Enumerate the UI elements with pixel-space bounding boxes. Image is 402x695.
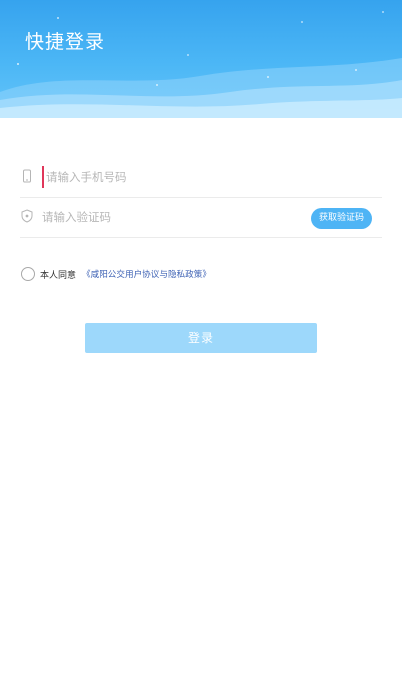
privacy-policy-link[interactable]: 《咸阳公交用户协议与隐私政策》	[82, 268, 211, 280]
header-banner: 快捷登录	[0, 0, 402, 118]
phone-field-row	[20, 157, 382, 198]
phone-input[interactable]	[42, 166, 366, 188]
login-button[interactable]: 登录	[85, 323, 317, 353]
verification-code-input[interactable]	[42, 206, 302, 228]
page-title: 快捷登录	[25, 31, 106, 53]
shield-icon	[21, 209, 33, 223]
agree-label: 本人同意	[40, 270, 77, 281]
agree-radio[interactable]	[21, 267, 35, 281]
code-field-row: 获取验证码	[20, 197, 382, 238]
agreement-row: 本人同意 《咸阳公交用户协议与隐私政策》	[21, 266, 211, 282]
get-code-button[interactable]: 获取验证码	[310, 208, 372, 229]
phone-icon	[23, 169, 31, 183]
wave-decoration	[0, 11, 402, 118]
